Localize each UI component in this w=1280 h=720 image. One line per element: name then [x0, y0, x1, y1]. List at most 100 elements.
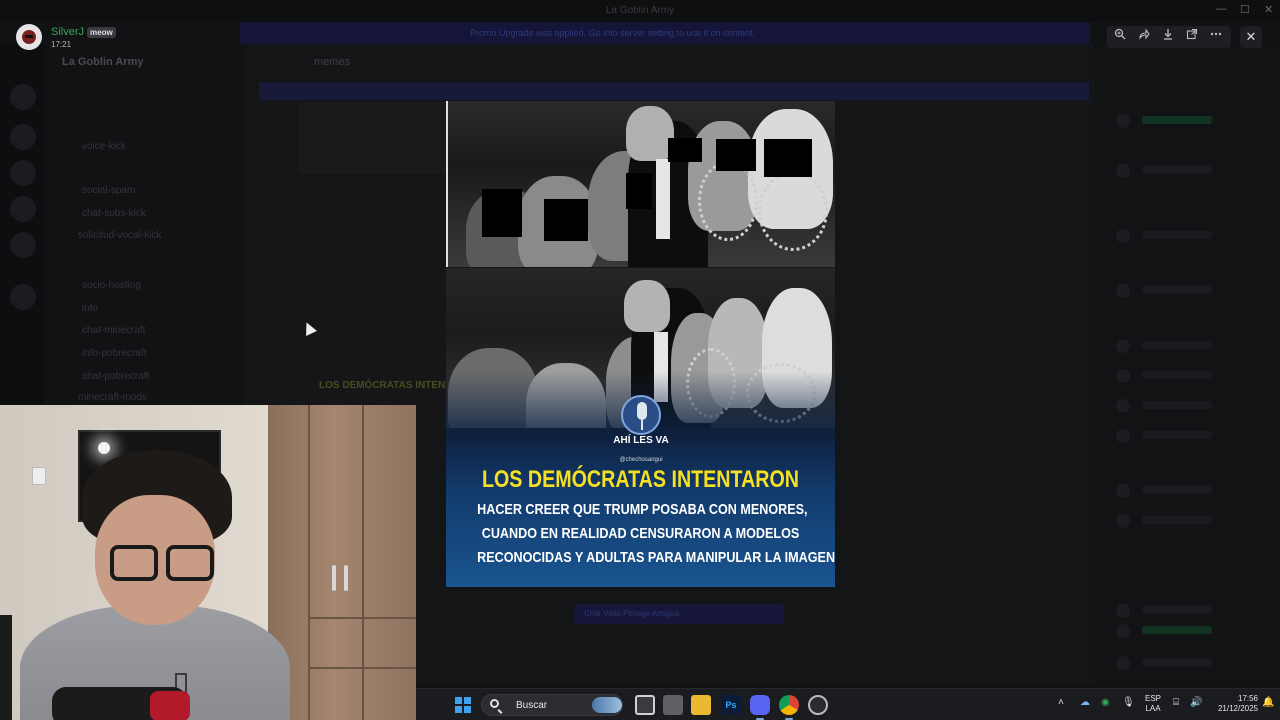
censor-bar — [482, 189, 522, 237]
photoshop-icon[interactable]: Ps — [721, 695, 741, 715]
member-item[interactable] — [1116, 284, 1266, 298]
viewer-toolbar — [1107, 26, 1231, 48]
member-list — [1094, 44, 1280, 684]
zoom-in-icon[interactable] — [1111, 28, 1129, 46]
message-time: 17:21 — [51, 40, 72, 49]
app-icon[interactable] — [663, 695, 683, 715]
screen: La Goblin Army — ☐ ✕ Promo Upgrade was a… — [0, 0, 1280, 720]
channel-item[interactable]: socio-hosting — [82, 280, 141, 291]
volume-icon[interactable]: 🔊 — [1190, 697, 1202, 708]
channel-item[interactable]: chat-pobrecraft — [82, 371, 149, 382]
security-icon[interactable]: ◉ — [1101, 697, 1110, 708]
window-close-icon[interactable]: ✕ — [1264, 3, 1273, 16]
file-explorer-icon[interactable] — [691, 695, 711, 715]
jump-pill-label: Chat Visto Pimage Antigua — [584, 609, 680, 618]
member-item[interactable] — [1116, 429, 1266, 443]
channel-item[interactable]: chat-subs-kick — [82, 208, 146, 219]
window-title: La Goblin Army — [605, 5, 675, 16]
tray-overflow-chevron-icon[interactable]: ˄ — [1058, 697, 1064, 708]
promo-banner: Promo Upgrade was applied. Go into serve… — [240, 22, 1090, 44]
member-item[interactable] — [1116, 369, 1266, 383]
maximize-icon[interactable]: ☐ — [1240, 3, 1250, 16]
guild-name[interactable]: La Goblin Army — [62, 56, 144, 68]
censor-bar — [668, 138, 702, 162]
channel-item[interactable]: social-spam — [82, 185, 135, 196]
member-item[interactable] — [1116, 114, 1266, 128]
share-forward-icon[interactable] — [1135, 28, 1153, 46]
server-icon[interactable] — [10, 284, 36, 310]
viewer-image[interactable]: AHÍ LES VA @chechosangui LOS DEMÓCRATAS … — [446, 101, 835, 587]
clock-date: 21/12/2025 — [1217, 704, 1258, 713]
channel-item[interactable]: solicitud-vocal-kick — [78, 230, 161, 241]
microphone-logo-icon — [621, 395, 661, 435]
member-item[interactable] — [1116, 339, 1266, 353]
user-tag-badge: meow — [87, 27, 116, 38]
window-titlebar: La Goblin Army — ☐ ✕ — [0, 0, 1280, 22]
more-icon[interactable] — [1207, 28, 1225, 46]
channel-item[interactable]: voice-kick — [82, 141, 126, 152]
close-viewer-button[interactable]: ✕ — [1240, 26, 1262, 48]
server-icon[interactable] — [10, 124, 36, 150]
avatar[interactable] — [16, 24, 42, 50]
server-icon[interactable] — [10, 160, 36, 186]
meme-headline: LOS DEMÓCRATAS INTENTARON — [481, 466, 800, 493]
member-item[interactable] — [1116, 604, 1266, 618]
search-icon — [490, 699, 499, 708]
message-image[interactable] — [299, 102, 449, 174]
notifications-icon[interactable]: 🔔 — [1262, 697, 1274, 708]
webcam-overlay — [0, 405, 416, 720]
logo-handle: @chechosangui — [619, 457, 663, 463]
taskbar-search[interactable]: Buscar — [481, 694, 623, 716]
member-item[interactable] — [1116, 484, 1266, 498]
app-icon[interactable] — [808, 695, 828, 715]
chrome-icon[interactable] — [779, 695, 799, 720]
open-external-icon[interactable] — [1183, 28, 1201, 46]
meme-subline: HACER CREER QUE TRUMP POSABA CON MENORES… — [477, 501, 808, 518]
channel-sidebar: La Goblin Army voice-kick social-spam ch… — [44, 44, 244, 404]
channel-header-name: memes — [314, 56, 351, 68]
wall-outlet-icon — [32, 467, 46, 485]
wardrobe — [268, 405, 416, 720]
onedrive-icon[interactable]: ☁ — [1080, 697, 1090, 708]
member-item[interactable] — [1116, 399, 1266, 413]
member-item[interactable] — [1116, 229, 1266, 243]
censor-bar — [626, 173, 652, 209]
meme-subline: CUANDO EN REALIDAD CENSURARON A MODELOS — [481, 525, 800, 542]
taskbar: Buscar Ps ˄ ☁ ◉ 🎙 ESP LAA ⌸ 🔊 17:56 21/1… — [416, 688, 1280, 720]
download-icon[interactable] — [1159, 28, 1177, 46]
jump-to-present-pill[interactable]: Chat Visto Pimage Antigua — [574, 604, 784, 624]
server-icon[interactable] — [10, 232, 36, 258]
network-icon[interactable]: ⌸ — [1173, 697, 1179, 708]
member-item[interactable] — [1116, 624, 1266, 638]
promo-banner-text: Promo Upgrade was applied. Go into serve… — [470, 28, 756, 38]
channel-item[interactable]: minecraft-mods — [78, 392, 147, 403]
language-code: ESP — [1144, 694, 1161, 703]
language-indicator[interactable]: ESP LAA — [1138, 694, 1168, 714]
server-icon[interactable] — [10, 84, 36, 110]
search-highlight-icon — [592, 697, 622, 713]
member-item[interactable] — [1116, 514, 1266, 528]
member-item[interactable] — [1116, 656, 1266, 670]
censor-bar — [544, 199, 588, 241]
censor-bar — [764, 139, 812, 177]
server-icon[interactable] — [10, 196, 36, 222]
notice-bar — [259, 82, 1089, 100]
meme-subline: RECONOCIDAS Y ADULTAS PARA MANIPULAR LA … — [477, 549, 835, 566]
keyboard-layout: LAA — [1145, 704, 1161, 713]
uploader-name[interactable]: SilverJ — [51, 26, 84, 38]
microphone-icon[interactable]: 🎙 — [1122, 697, 1135, 708]
system-clock[interactable]: 17:56 21/12/2025 — [1208, 694, 1258, 714]
channel-item[interactable]: info-pobrecraft — [82, 348, 146, 359]
minimize-icon[interactable]: — — [1216, 3, 1227, 15]
logo-name: AHÍ LES VA — [613, 435, 669, 446]
search-placeholder: Buscar — [516, 700, 548, 711]
server-list — [0, 44, 44, 404]
channel-item[interactable]: info — [82, 303, 98, 314]
task-view-icon[interactable] — [635, 695, 655, 715]
windows-start-icon[interactable] — [455, 697, 471, 713]
message-image-thumbnail[interactable]: LOS DEMÓCRATAS INTENTARON — [299, 214, 480, 434]
member-item[interactable] — [1116, 164, 1266, 178]
discord-icon[interactable] — [750, 695, 770, 720]
channel-item[interactable]: chat-minecraft — [82, 325, 145, 336]
censor-bar — [716, 139, 756, 171]
